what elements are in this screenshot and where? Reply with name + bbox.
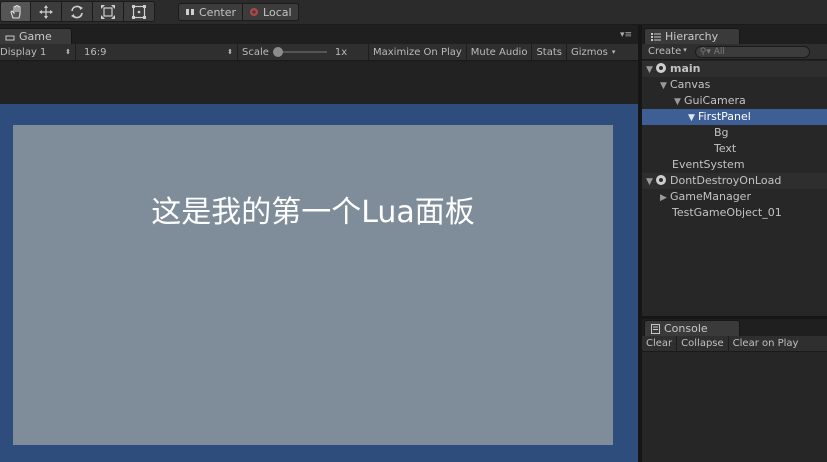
hierarchy-item-guicamera[interactable]: ▼ GuiCamera xyxy=(642,93,827,109)
hierarchy-item-label: EventSystem xyxy=(672,158,745,171)
hierarchy-search-input[interactable]: ⚲▾ All xyxy=(694,45,810,58)
mute-audio-label: Mute Audio xyxy=(470,46,528,58)
main-toolbar: Center Local xyxy=(0,0,827,25)
pivot-space-label: Local xyxy=(263,5,292,19)
hierarchy-item-label: TestGameObject_01 xyxy=(672,206,782,219)
hierarchy-item-gamemanager[interactable]: ▶ GameManager xyxy=(642,189,827,205)
hierarchy-item-label: FirstPanel xyxy=(698,110,751,123)
game-tab-bar: Game ▾≡ xyxy=(0,25,638,44)
maximize-on-play-toggle[interactable]: Maximize On Play xyxy=(369,43,467,61)
collapse-toggle[interactable]: Collapse xyxy=(677,336,729,352)
aspect-label: 16:9 xyxy=(84,46,107,58)
first-panel-bg: 这是我的第一个Lua面板 xyxy=(13,125,613,445)
chevron-down-icon: ▾ xyxy=(611,48,616,56)
rotate-tool-button[interactable] xyxy=(62,1,93,22)
hierarchy-item-label: DontDestroyOnLoad xyxy=(670,174,782,187)
game-view-toolbar: Display 1 ⬍ 16:9 ⬍ Scale 1x Maximize On … xyxy=(0,43,638,61)
stats-label: Stats xyxy=(536,46,562,58)
tab-console[interactable]: Console xyxy=(644,320,740,336)
expand-arrow-icon[interactable]: ▼ xyxy=(646,174,656,190)
mute-audio-toggle[interactable]: Mute Audio xyxy=(467,43,533,61)
gizmos-dropdown[interactable]: Gizmos ▾ xyxy=(567,44,619,61)
dropdown-arrows-icon: ⬍ xyxy=(227,48,233,56)
hierarchy-item-eventsystem[interactable]: EventSystem xyxy=(642,157,827,173)
gizmos-label: Gizmos xyxy=(570,46,608,58)
pivot-mode-button[interactable]: Center xyxy=(178,3,244,21)
hierarchy-item-label: Canvas xyxy=(670,78,711,91)
transform-tools xyxy=(0,1,155,22)
hierarchy-item-label: Text xyxy=(714,142,737,155)
panel-text: 这是我的第一个Lua面板 xyxy=(151,195,475,230)
dropdown-arrows-icon: ⬍ xyxy=(65,48,71,56)
tab-console-label: Console xyxy=(664,322,708,335)
hierarchy-item-firstpanel[interactable]: ▼ FirstPanel xyxy=(642,109,827,125)
hand-icon xyxy=(9,4,21,19)
aspect-dropdown[interactable]: 16:9 ⬍ xyxy=(76,43,238,61)
display-label: Display 1 xyxy=(0,46,47,58)
maximize-on-play-label: Maximize On Play xyxy=(373,46,462,58)
console-toolbar: Clear Collapse Clear on Play xyxy=(642,336,827,352)
tab-hierarchy-label: Hierarchy xyxy=(665,30,719,43)
scale-control: Scale 1x xyxy=(238,43,369,61)
tab-game-label: Game xyxy=(19,30,52,43)
console-log-area[interactable] xyxy=(642,352,827,462)
stats-toggle[interactable]: Stats xyxy=(532,43,567,61)
expand-arrow-icon[interactable]: ▼ xyxy=(688,110,698,126)
hierarchy-list: ▼ main ▼ Canvas ▼ GuiCamera ▼ FirstPanel Bg … xyxy=(642,61,827,316)
tab-game[interactable]: Game xyxy=(0,28,72,44)
panel-menu-icon[interactable]: ▾≡ xyxy=(620,30,632,40)
hierarchy-item-text[interactable]: Text xyxy=(642,141,827,157)
scale-label: Scale xyxy=(242,46,269,58)
hierarchy-item-main[interactable]: ▼ main xyxy=(642,61,827,77)
scale-tool-button[interactable] xyxy=(93,1,124,22)
rect-icon xyxy=(132,4,146,19)
pivot-space-button[interactable]: Local xyxy=(243,3,299,21)
clear-button[interactable]: Clear xyxy=(642,336,678,352)
create-dropdown[interactable]: Create ▾ xyxy=(648,46,687,57)
hierarchy-item-dontdestroyonload[interactable]: ▼ DontDestroyOnLoad xyxy=(642,173,827,189)
hierarchy-item-testgameobject[interactable]: TestGameObject_01 xyxy=(642,205,827,221)
chevron-down-icon: ▾ xyxy=(683,46,687,54)
hierarchy-item-label: GuiCamera xyxy=(684,94,746,107)
search-placeholder: All xyxy=(713,46,725,57)
unity-scene-icon xyxy=(656,63,666,73)
console-tab-bar: Console xyxy=(642,319,827,336)
pivot-mode-label: Center xyxy=(199,5,237,19)
hierarchy-item-label: Bg xyxy=(714,126,729,139)
expand-arrow-icon[interactable]: ▼ xyxy=(660,78,670,94)
game-controller-icon xyxy=(5,35,15,40)
scale-slider[interactable] xyxy=(272,47,327,57)
rotate-icon xyxy=(71,5,83,18)
expand-arrow-icon[interactable]: ▼ xyxy=(646,62,656,78)
console-icon xyxy=(651,323,660,334)
clear-on-play-label: Clear on Play xyxy=(732,338,799,349)
scale-slider-thumb[interactable] xyxy=(272,47,283,57)
hierarchy-item-label: GameManager xyxy=(670,190,751,203)
scale-icon xyxy=(101,4,115,19)
move-tool-button[interactable] xyxy=(31,1,62,22)
collapsed-arrow-icon[interactable]: ▶ xyxy=(660,190,670,206)
expand-arrow-icon[interactable]: ▼ xyxy=(674,94,684,110)
move-arrows-icon xyxy=(39,4,53,19)
display-dropdown[interactable]: Display 1 ⬍ xyxy=(0,43,76,61)
clear-label: Clear xyxy=(646,338,673,349)
clear-on-play-toggle[interactable]: Clear on Play xyxy=(729,336,803,352)
search-icon: ⚲▾ xyxy=(699,46,711,57)
hand-tool-button[interactable] xyxy=(0,1,31,22)
local-space-icon xyxy=(250,8,259,16)
unity-scene-icon xyxy=(656,175,666,185)
hierarchy-toolbar: Create ▾ ⚲▾ All xyxy=(642,44,827,60)
hierarchy-item-canvas[interactable]: ▼ Canvas xyxy=(642,77,827,93)
hierarchy-item-bg[interactable]: Bg xyxy=(642,125,827,141)
scale-value: 1x xyxy=(334,46,348,58)
collapse-label: Collapse xyxy=(681,338,724,349)
create-label: Create xyxy=(648,46,682,57)
pivot-toggles: Center Local xyxy=(178,3,299,21)
pivot-center-icon xyxy=(186,9,194,15)
rect-tool-button[interactable] xyxy=(124,1,155,22)
hierarchy-tab-bar: Hierarchy xyxy=(642,25,827,44)
hierarchy-item-label: main xyxy=(670,62,701,75)
list-icon xyxy=(651,32,661,41)
tab-hierarchy[interactable]: Hierarchy xyxy=(644,28,740,44)
